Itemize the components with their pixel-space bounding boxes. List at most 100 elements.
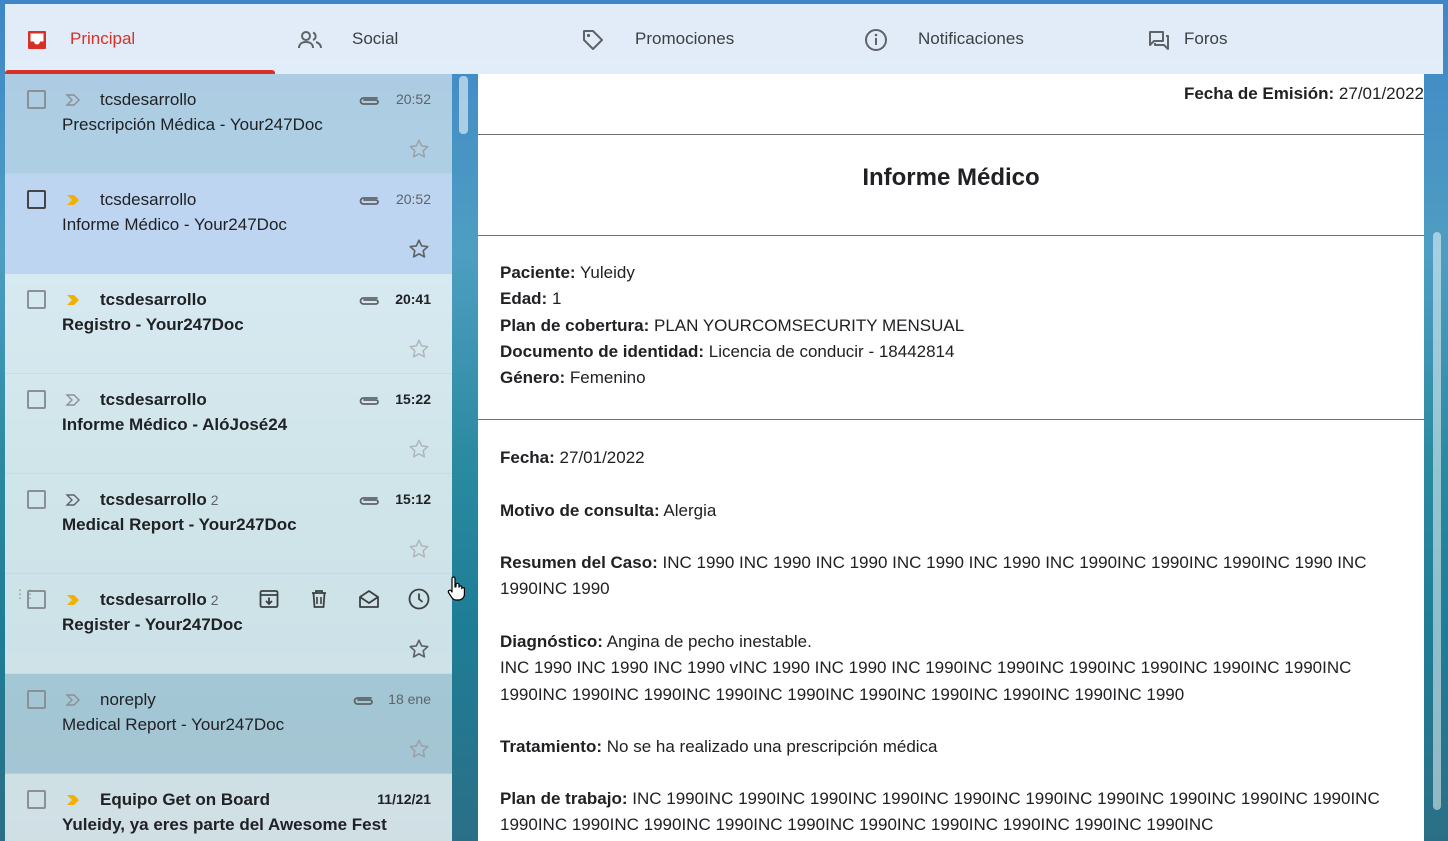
forum-icon: [1147, 28, 1171, 52]
email-subject: Prescripción Médica - Your247Doc: [62, 115, 323, 134]
category-tabs: Principal Social Promociones Notificacio…: [5, 4, 1443, 74]
tab-principal[interactable]: Principal: [5, 4, 275, 74]
issue-date: Fecha de Emisión: 27/01/2022: [1183, 84, 1424, 103]
select-checkbox[interactable]: [27, 90, 46, 109]
tratamiento-field: Tratamiento: No se ha realizado una pres…: [500, 737, 938, 756]
select-checkbox[interactable]: [27, 490, 46, 509]
motivo-field: Motivo de consulta: Alergia: [500, 501, 717, 520]
attachment-icon: [357, 292, 381, 308]
email-row[interactable]: tcsdesarrollo Informe Médico - Your247Do…: [5, 174, 452, 274]
email-row[interactable]: tcsdesarrollo Prescripción Médica - Your…: [5, 74, 452, 174]
email-sender: tcsdesarrollo: [100, 390, 207, 409]
email-subject: Medical Report - Your247Doc: [62, 715, 285, 734]
select-checkbox[interactable]: [27, 590, 46, 609]
email-subject: Informe Médico - AlóJosé24: [62, 415, 288, 434]
attachment-icon: [357, 392, 381, 408]
report-title: Informe Médico: [862, 164, 1040, 191]
divider: [478, 419, 1424, 420]
snooze-icon[interactable]: [407, 587, 431, 611]
divider: [478, 235, 1424, 236]
tab-label: Foros: [1184, 29, 1228, 48]
thread-count: 2: [210, 592, 219, 608]
email-sender: noreply: [100, 690, 156, 709]
importance-marker-icon[interactable]: [65, 393, 85, 406]
email-time: 20:52: [395, 91, 431, 107]
email-sender: tcsdesarrollo: [100, 90, 197, 109]
importance-marker-icon[interactable]: [65, 793, 85, 805]
select-checkbox[interactable]: [27, 290, 46, 309]
importance-marker-icon[interactable]: [65, 93, 85, 106]
archive-icon[interactable]: [257, 587, 281, 611]
star-icon[interactable]: [408, 138, 430, 160]
hover-actions: [257, 587, 431, 611]
email-subject: Registro - Your247Doc: [62, 315, 244, 334]
star-icon[interactable]: [408, 738, 430, 760]
importance-marker-icon[interactable]: [65, 293, 85, 305]
star-icon[interactable]: [408, 538, 430, 560]
divider: [478, 134, 1424, 135]
tag-icon: [581, 28, 605, 52]
email-list: tcsdesarrollo Prescripción Médica - Your…: [5, 74, 452, 841]
email-time: 15:12: [395, 491, 431, 507]
importance-marker-icon[interactable]: [65, 493, 85, 506]
diagnostico-field: Diagnóstico: Angina de pecho inestable. …: [500, 632, 1352, 704]
tab-foros[interactable]: Foros: [1124, 4, 1424, 74]
email-row[interactable]: noreply Medical Report - Your247Doc 18 e…: [5, 674, 452, 774]
tab-label: Principal: [70, 29, 136, 48]
email-sender: tcsdesarrollo: [100, 290, 207, 309]
email-sender: Equipo Get on Board: [100, 790, 270, 809]
patient-field: Plan de cobertura: PLAN YOURCOMSECURITY …: [500, 315, 965, 335]
email-row[interactable]: Equipo Get on Board Yuleidy, ya eres par…: [5, 774, 452, 841]
email-time: 15:22: [395, 391, 431, 407]
importance-marker-icon[interactable]: [65, 593, 85, 605]
email-row[interactable]: tcsdesarrollo 2 Medical Report - Your247D…: [5, 474, 452, 574]
select-checkbox[interactable]: [27, 690, 46, 709]
email-time: 20:52: [395, 191, 431, 207]
email-subject: Register - Your247Doc: [62, 615, 243, 634]
select-checkbox[interactable]: [27, 390, 46, 409]
select-checkbox[interactable]: [27, 790, 46, 809]
email-row[interactable]: ⋮⋮ tcsdesarrollo 2 Register - Your247Doc: [5, 574, 452, 674]
attachment-icon: [351, 692, 375, 708]
email-sender: tcsdesarrollo: [100, 190, 197, 209]
tab-notificaciones[interactable]: Notificaciones: [841, 4, 1124, 74]
star-icon[interactable]: [408, 638, 430, 660]
delete-icon[interactable]: [307, 587, 331, 611]
pane-scrollbar[interactable]: [1433, 232, 1441, 810]
email-sender: tcsdesarrollo 2: [100, 490, 219, 509]
select-checkbox[interactable]: [27, 190, 46, 209]
mark-read-icon[interactable]: [357, 587, 381, 611]
email-time: 18 ene: [388, 691, 431, 707]
email-subject: Medical Report - Your247Doc: [62, 515, 297, 534]
people-icon: [297, 28, 322, 52]
patient-info: Paciente: Yuleidy Edad: 1 Plan de cobert…: [500, 260, 1408, 391]
email-time: 20:41: [395, 291, 431, 307]
list-scrollbar[interactable]: [459, 76, 468, 134]
email-row[interactable]: tcsdesarrollo Registro - Your247Doc 20:4…: [5, 274, 452, 374]
email-row[interactable]: tcsdesarrollo Informe Médico - AlóJosé24…: [5, 374, 452, 474]
patient-field: Edad: 1: [500, 289, 562, 309]
plan-field: Plan de trabajo: INC 1990INC 1990INC 199…: [500, 789, 1380, 835]
importance-marker-icon[interactable]: [65, 193, 85, 205]
star-icon[interactable]: [408, 338, 430, 360]
thread-count: 2: [210, 492, 219, 508]
email-time: 11/12/21: [377, 791, 431, 807]
email-subject: Informe Médico - Your247Doc: [62, 215, 287, 234]
email-sender: tcsdesarrollo 2: [100, 590, 219, 609]
resumen-field: Resumen del Caso: INC 1990 INC 1990 INC …: [500, 553, 1367, 599]
patient-field: Documento de identidad: Licencia de cond…: [500, 341, 955, 361]
message-body: Fecha de Emisión: 27/01/2022 Informe Méd…: [478, 74, 1424, 841]
tab-label: Notificaciones: [918, 29, 1024, 48]
patient-field: Género: Femenino: [500, 368, 646, 388]
tab-label: Promociones: [635, 29, 735, 48]
info-icon: [864, 28, 888, 52]
star-icon[interactable]: [408, 238, 430, 260]
importance-marker-icon[interactable]: [65, 693, 85, 706]
tab-promociones[interactable]: Promociones: [558, 4, 841, 74]
patient-field: Paciente: Yuleidy: [500, 263, 635, 282]
tab-social[interactable]: Social: [275, 4, 558, 74]
fecha-field: Fecha: 27/01/2022: [500, 448, 645, 467]
hand-cursor-icon: [446, 576, 466, 602]
star-icon[interactable]: [408, 438, 430, 460]
email-subject: Yuleidy, ya eres parte del Awesome Fest: [62, 815, 387, 834]
